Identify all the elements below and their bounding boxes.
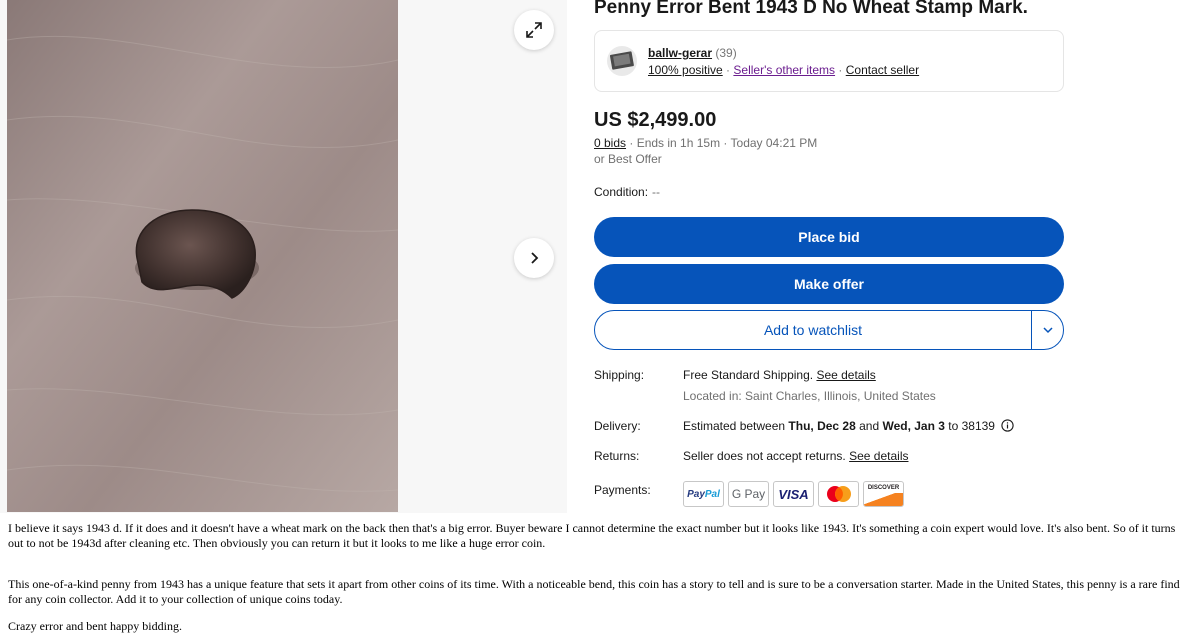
chevron-down-icon	[1043, 327, 1053, 334]
delivery-and: and	[855, 419, 883, 433]
mastercard-icon	[826, 486, 851, 502]
seller-positive-link[interactable]: 100% positive	[648, 63, 723, 77]
mastercard-badge	[818, 481, 859, 507]
delivery-start-date: Thu, Dec 28	[788, 419, 856, 433]
item-location: Located in: Saint Charles, Illinois, Uni…	[683, 389, 936, 403]
price: US $2,499.00	[594, 109, 717, 131]
returns-value: Seller does not accept returns. See deta…	[683, 449, 908, 463]
returns-text: Seller does not accept returns.	[683, 449, 846, 463]
expand-icon	[526, 22, 542, 38]
returns-label: Returns:	[594, 449, 640, 463]
expand-image-button[interactable]	[514, 10, 554, 50]
visa-badge: VISA	[773, 481, 814, 507]
contact-seller-link[interactable]: Contact seller	[846, 63, 919, 77]
returns-see-details-link[interactable]: See details	[849, 449, 908, 463]
place-bid-button[interactable]: Place bid	[594, 217, 1064, 257]
payments-label: Payments:	[594, 483, 651, 497]
main-product-image[interactable]	[7, 0, 398, 512]
listing-title: Penny Error Bent 1943 D No Wheat Stamp M…	[594, 0, 1028, 18]
bids-link[interactable]: 0 bids	[594, 136, 626, 150]
paypal-badge: PayPal	[683, 481, 724, 507]
shipping-label: Shipping:	[594, 368, 645, 382]
seller-links-line: 100% positive · Seller's other items · C…	[648, 63, 919, 77]
condition-label: Condition:	[594, 185, 649, 199]
separator: ·	[722, 63, 734, 77]
next-image-button[interactable]	[514, 238, 554, 278]
chevron-right-icon	[531, 252, 539, 264]
google-pay-badge: G Pay	[728, 481, 769, 507]
delivery-zip: to 38139	[944, 419, 995, 433]
discover-label: DISCOVER	[867, 485, 900, 491]
paypal-icon: PayPal	[687, 488, 720, 500]
description-paragraph-2: This one-of-a-kind penny from 1943 has a…	[8, 577, 1180, 606]
image-gallery	[0, 0, 567, 513]
bid-info: 0 bids · Ends in 1h 15m · Today 04:21 PM	[594, 136, 817, 150]
best-offer-text: or Best Offer	[594, 152, 662, 166]
separator: ·	[835, 63, 846, 77]
info-icon[interactable]	[1001, 419, 1014, 432]
discover-badge: DISCOVER	[863, 481, 904, 507]
shipping-text: Free Standard Shipping.	[683, 368, 814, 382]
seller-feedback-count: (39)	[715, 46, 737, 60]
coin-photo	[7, 0, 398, 512]
seller-name-link[interactable]: ballw-gerar	[648, 46, 712, 60]
seller-card: ballw-gerar (39) 100% positive · Seller'…	[594, 30, 1064, 92]
watchlist-button-group: Add to watchlist	[594, 310, 1064, 350]
seller-name-line: ballw-gerar (39)	[648, 46, 737, 60]
condition-row: Condition: --	[594, 185, 660, 199]
make-offer-button[interactable]: Make offer	[594, 264, 1064, 304]
delivery-end-date: Wed, Jan 3	[882, 419, 945, 433]
auction-end-time: · Ends in 1h 15m · Today 04:21 PM	[626, 136, 818, 150]
watchlist-dropdown-button[interactable]	[1032, 311, 1064, 349]
seller-avatar[interactable]	[607, 46, 637, 76]
seller-other-items-link[interactable]: Seller's other items	[733, 63, 835, 77]
delivery-value: Estimated between Thu, Dec 28 and Wed, J…	[683, 419, 1014, 433]
delivery-prefix: Estimated between	[683, 419, 789, 433]
condition-value: --	[652, 185, 661, 199]
description-paragraph-1: I believe it says 1943 d. If it does and…	[8, 521, 1176, 550]
delivery-label: Delivery:	[594, 419, 641, 433]
shipping-value: Free Standard Shipping. See details	[683, 368, 876, 382]
description-paragraph-3: Crazy error and bent happy bidding.	[8, 619, 182, 633]
discover-stripe	[864, 493, 903, 506]
payment-methods: PayPal G Pay VISA DISCOVER	[683, 481, 904, 507]
add-to-watchlist-button[interactable]: Add to watchlist	[595, 311, 1031, 349]
shipping-see-details-link[interactable]: See details	[816, 368, 875, 382]
